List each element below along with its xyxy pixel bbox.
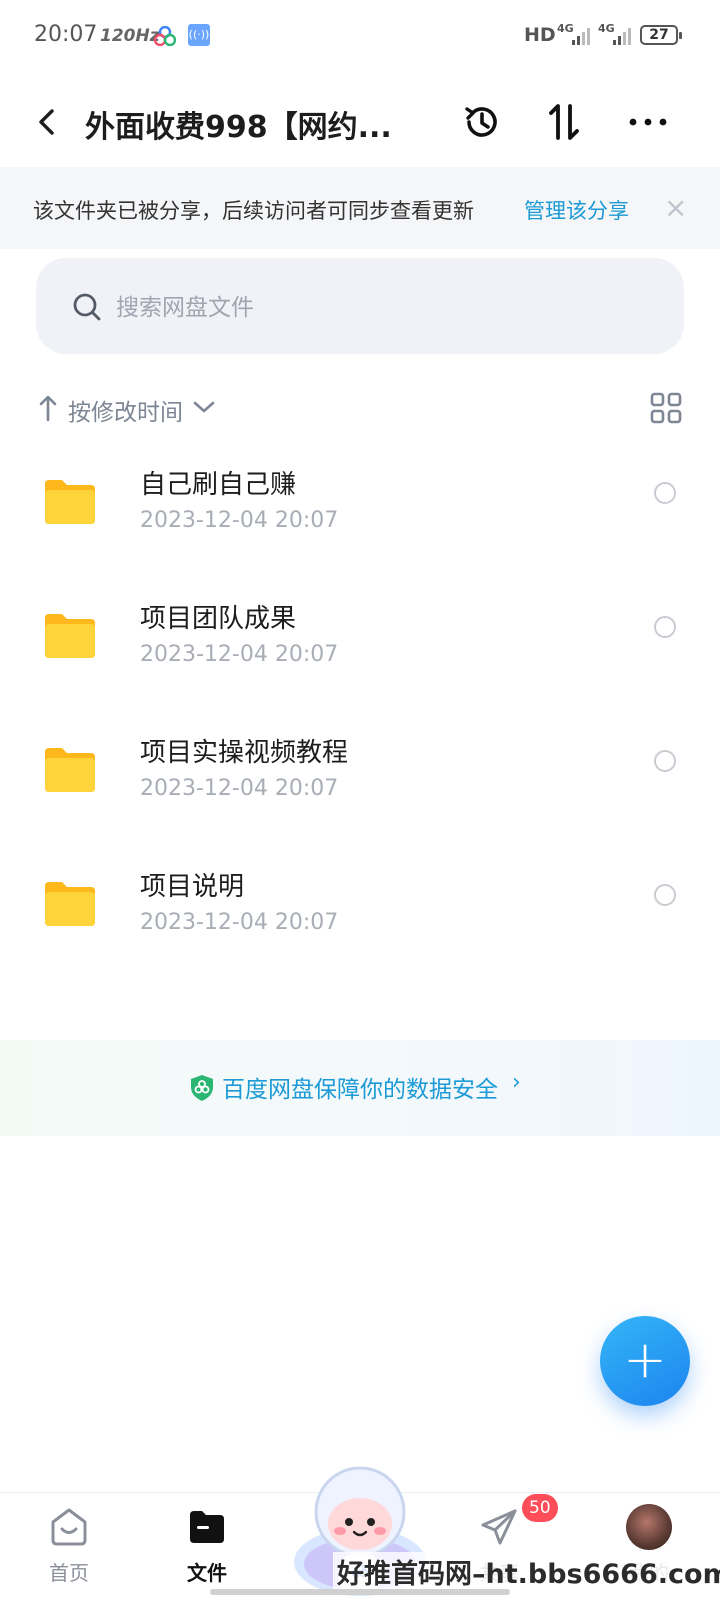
select-checkbox[interactable] [654,482,676,504]
share-count-badge: 50 [522,1494,558,1522]
top-app-bar: 外面收费998【网约... [0,82,720,162]
shield-icon [191,1075,213,1101]
select-checkbox[interactable] [654,750,676,772]
avatar[interactable] [626,1504,672,1550]
transfer-icon[interactable] [542,100,586,144]
sort-label: 按修改时间 [68,400,183,426]
more-icon[interactable] [626,100,670,144]
select-checkbox[interactable] [654,616,676,638]
tab-files-label: 文件 [187,1561,227,1585]
add-button[interactable]: + [600,1316,690,1406]
status-time: 20:07 [34,22,98,47]
list-item[interactable]: 项目团队成果 2023-12-04 20:07 [0,574,720,708]
plus-icon: + [623,1330,667,1390]
watermark-text: 好推首码网–ht.bbs6666.com [333,1552,720,1591]
tab-home[interactable]: 首页 [14,1493,124,1600]
close-icon[interactable]: × [664,191,687,224]
page-title: 外面收费998【网约... [85,110,392,145]
share-notice-banner: 该文件夹已被分享，后续访问者可同步查看更新 管理该分享 × [0,167,720,249]
security-text: 百度网盘保障你的数据安全 [222,1077,498,1103]
tab-home-label: 首页 [49,1561,89,1585]
file-name: 项目实操视频教程 [140,738,349,768]
paper-plane-icon [481,1509,517,1545]
tab-files[interactable]: 文件 [152,1493,262,1600]
grid-view-icon[interactable] [650,392,682,424]
file-date: 2023-12-04 20:07 [140,642,339,667]
back-arrow-icon[interactable] [30,104,66,140]
file-date: 2023-12-04 20:07 [140,910,339,935]
list-item[interactable]: 项目实操视频教程 2023-12-04 20:07 [0,708,720,842]
arrow-up-icon [39,395,57,422]
file-name: 自己刷自己赚 [140,470,297,500]
security-notice[interactable]: 百度网盘保障你的数据安全 › [0,1040,720,1136]
file-date: 2023-12-04 20:07 [140,508,339,533]
file-date: 2023-12-04 20:07 [140,776,339,801]
folder-icon [45,614,95,658]
history-icon[interactable] [460,100,504,144]
signal-icon-2 [613,25,631,45]
file-name: 项目说明 [140,872,245,902]
folder-icon [45,882,95,926]
chevron-down-icon [193,401,215,413]
file-name: 项目团队成果 [140,604,297,634]
status-bar: 20:07 120Hz ((·)) HD 4G 4G 27 [0,0,720,72]
status-refresh-rate: 120Hz [100,26,160,46]
select-checkbox[interactable] [654,884,676,906]
home-indicator[interactable] [210,1589,510,1595]
signal-icon [572,25,590,45]
cast-icon: ((·)) [188,24,210,46]
search-icon [73,293,101,321]
folder-icon [45,480,95,524]
battery-icon: 27 [640,25,682,45]
baidu-cloud-icon [154,26,176,46]
folder-icon [190,1511,224,1543]
list-item[interactable]: 项目说明 2023-12-04 20:07 [0,842,720,976]
search-box[interactable]: 搜索网盘文件 [36,258,684,354]
folder-icon [45,748,95,792]
chevron-right-icon: › [512,1070,521,1095]
manage-share-link[interactable]: 管理该分享 [524,195,629,225]
home-icon [51,1508,87,1546]
status-hd: HD [524,24,556,46]
search-input[interactable]: 搜索网盘文件 [116,288,516,322]
list-item[interactable]: 自己刷自己赚 2023-12-04 20:07 [0,440,720,574]
share-notice-text: 该文件夹已被分享，后续访问者可同步查看更新 [33,199,474,223]
